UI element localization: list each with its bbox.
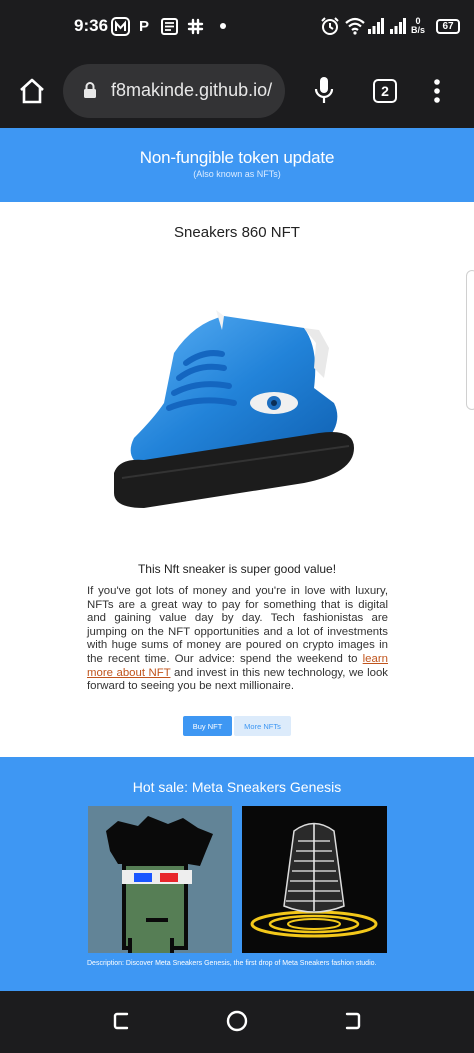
hot-sale-title: Hot sale: Meta Sneakers Genesis [132, 779, 342, 795]
pixel-punk-image [88, 806, 232, 953]
hero-title: Non-fungible token update [139, 148, 335, 167]
battery-level: 67 [436, 18, 460, 34]
wifi-icon [345, 14, 365, 38]
home-circle-icon[interactable] [226, 1010, 248, 1037]
more-nfts-button[interactable]: More NFTs [234, 716, 291, 736]
hero-banner: Non-fungible token update (Also known as… [0, 128, 474, 202]
product-description: If you've got lots of money and you're i… [87, 585, 388, 693]
clock: 9:36 [74, 16, 109, 35]
hot-sale-description: Description: Discover Meta Sneakers Gene… [87, 960, 377, 967]
news-icon [160, 16, 178, 36]
slack-icon [186, 16, 204, 36]
hot-sale-section: Hot sale: Meta Sneakers Genesis Descript… [0, 757, 474, 991]
status-bar: 9:36 P 0 B/s 67 [0, 0, 474, 56]
dot-icon [219, 16, 227, 36]
microphone-icon[interactable] [314, 76, 334, 111]
signal-icon-2 [390, 14, 406, 38]
home-icon[interactable] [18, 78, 46, 109]
hero-subtitle: (Also known as NFTs) [193, 169, 281, 179]
scroll-handle[interactable] [466, 270, 474, 410]
lock-icon [83, 82, 97, 104]
back-icon[interactable] [342, 1011, 362, 1036]
url-text: f8makinde.github.io/ [111, 80, 273, 100]
system-navigation-bar [0, 991, 474, 1053]
battery-icon: 67 [436, 14, 460, 38]
address-bar[interactable]: f8makinde.github.io/ [63, 64, 285, 118]
web-page: Non-fungible token update (Also known as… [0, 128, 474, 991]
netspeed: 0 B/s [411, 16, 426, 35]
genesis-sneaker-image [242, 806, 387, 953]
tab-switcher-button[interactable]: 2 [373, 79, 397, 103]
p-notification-icon: P [138, 17, 149, 35]
sneaker-image [114, 310, 354, 508]
product-title: Sneakers 860 NFT [174, 224, 300, 241]
signal-icon [368, 14, 384, 38]
app-notification-icon [110, 16, 130, 36]
product-subtitle: This Nft sneaker is super good value! [137, 562, 337, 576]
browser-toolbar: f8makinde.github.io/ 2 [0, 56, 474, 128]
alarm-icon [320, 14, 340, 38]
more-vert-icon[interactable] [432, 78, 442, 109]
recents-icon[interactable] [112, 1011, 132, 1036]
buy-nft-button[interactable]: Buy NFT [183, 716, 232, 736]
